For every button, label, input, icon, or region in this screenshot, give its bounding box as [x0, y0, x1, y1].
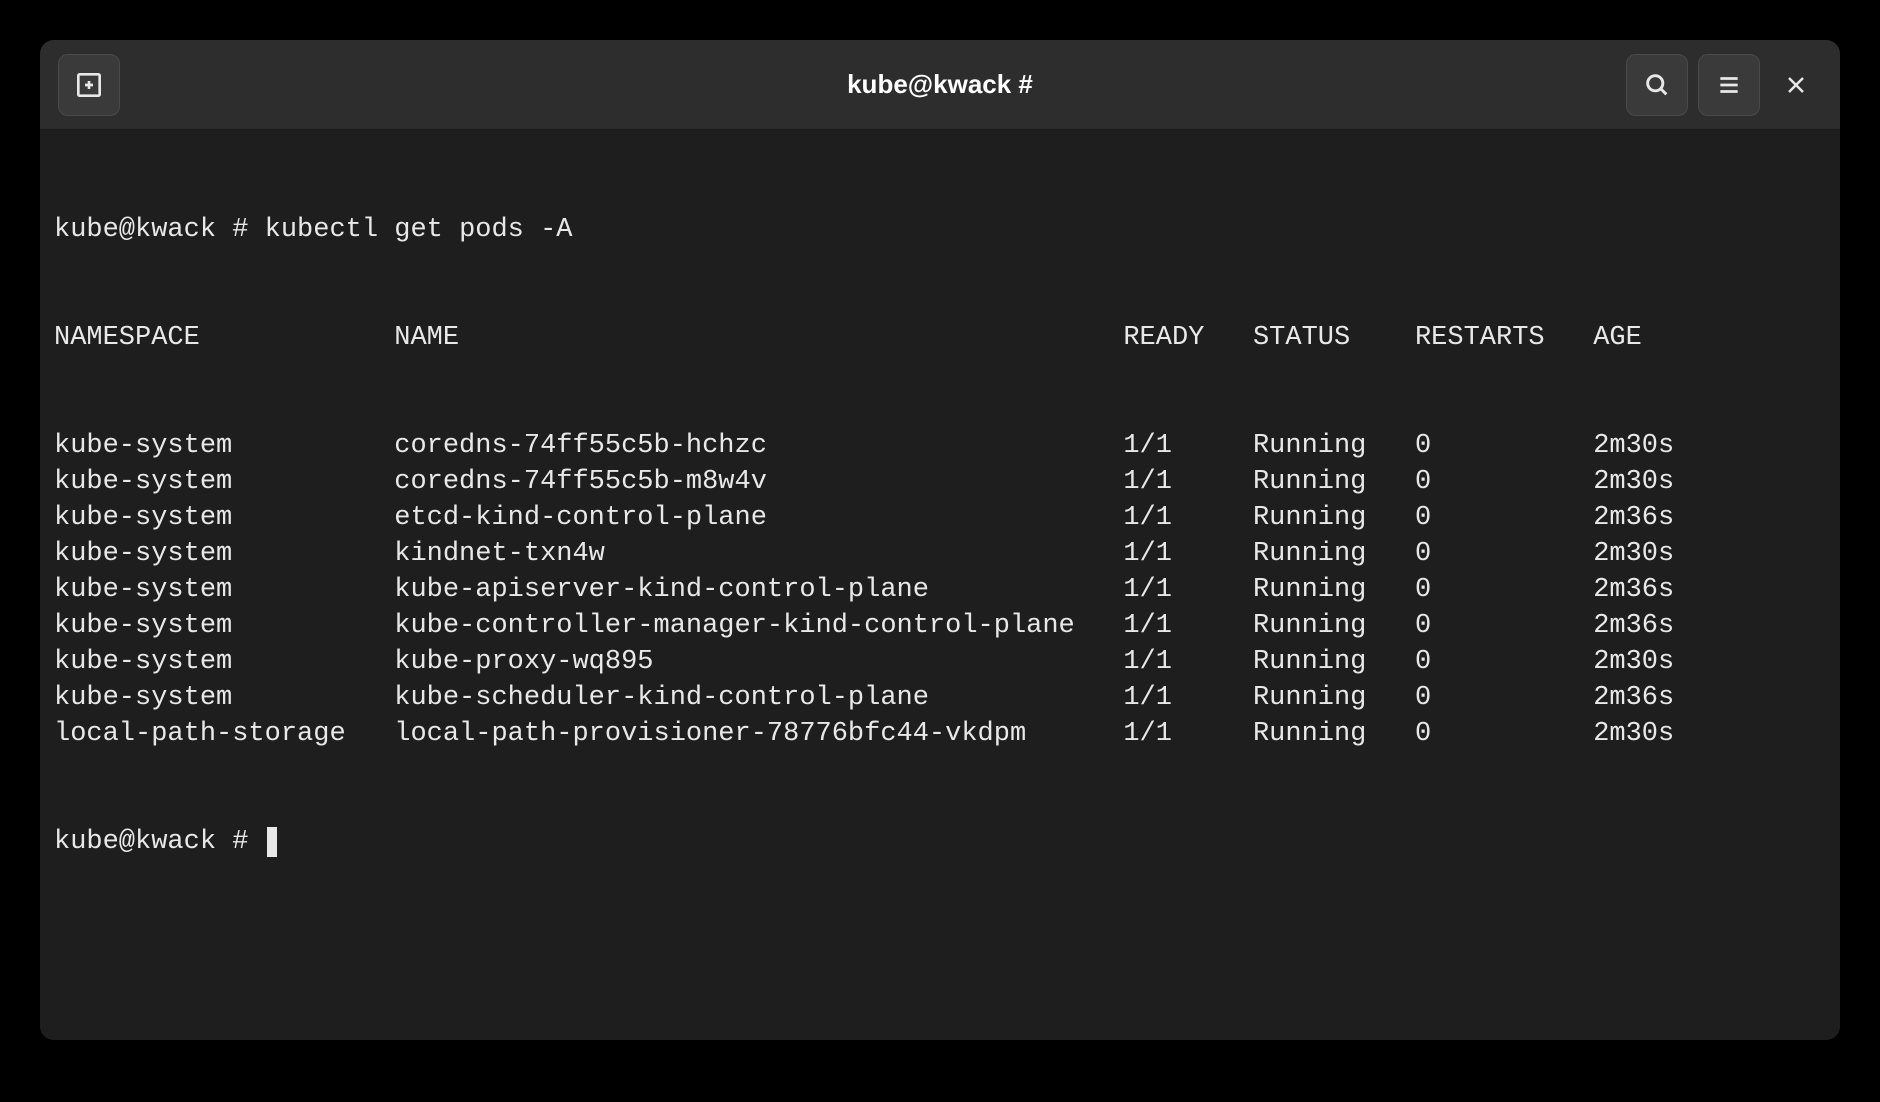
new-tab-icon — [73, 69, 105, 101]
cell-ready: 1/1 — [1123, 716, 1253, 752]
cell-name: coredns-74ff55c5b-m8w4v — [394, 464, 1123, 500]
close-icon — [1784, 73, 1808, 97]
table-row: kube-systemkube-scheduler-kind-control-p… — [54, 680, 1826, 716]
cell-status: Running — [1253, 464, 1415, 500]
cell-age: 2m30s — [1593, 428, 1674, 464]
cell-ready: 1/1 — [1123, 572, 1253, 608]
cell-age: 2m30s — [1593, 464, 1674, 500]
cursor — [267, 827, 278, 857]
cell-name: kube-proxy-wq895 — [394, 644, 1123, 680]
terminal-window: kube@kwack # — [40, 40, 1840, 1040]
header-namespace: NAMESPACE — [54, 320, 394, 356]
cell-namespace: kube-system — [54, 572, 394, 608]
cell-age: 2m36s — [1593, 608, 1674, 644]
cell-status: Running — [1253, 608, 1415, 644]
table-row: local-path-storagelocal-path-provisioner… — [54, 716, 1826, 752]
cell-ready: 1/1 — [1123, 500, 1253, 536]
cell-name: local-path-provisioner-78776bfc44-vkdpm — [394, 716, 1123, 752]
table-row: kube-systemkindnet-txn4w1/1Running02m30s — [54, 536, 1826, 572]
search-button[interactable] — [1626, 54, 1688, 116]
close-button[interactable] — [1770, 59, 1822, 111]
table-header-row: NAMESPACENAMEREADYSTATUSRESTARTSAGE — [54, 320, 1826, 356]
terminal-body[interactable]: kube@kwack # kubectl get pods -A NAMESPA… — [40, 130, 1840, 1040]
cell-restarts: 0 — [1415, 716, 1593, 752]
cell-name: etcd-kind-control-plane — [394, 500, 1123, 536]
cell-ready: 1/1 — [1123, 680, 1253, 716]
header-status: STATUS — [1253, 320, 1415, 356]
cell-status: Running — [1253, 644, 1415, 680]
cell-namespace: kube-system — [54, 428, 394, 464]
cell-age: 2m30s — [1593, 644, 1674, 680]
table-row: kube-systemkube-proxy-wq8951/1Running02m… — [54, 644, 1826, 680]
cell-status: Running — [1253, 572, 1415, 608]
cell-status: Running — [1253, 500, 1415, 536]
cell-namespace: kube-system — [54, 644, 394, 680]
cell-restarts: 0 — [1415, 644, 1593, 680]
search-icon — [1643, 71, 1671, 99]
cell-restarts: 0 — [1415, 428, 1593, 464]
table-row: kube-systemetcd-kind-control-plane1/1Run… — [54, 500, 1826, 536]
cell-restarts: 0 — [1415, 464, 1593, 500]
cell-ready: 1/1 — [1123, 644, 1253, 680]
cell-name: coredns-74ff55c5b-hchzc — [394, 428, 1123, 464]
table-row: kube-systemkube-controller-manager-kind-… — [54, 608, 1826, 644]
cell-name: kube-controller-manager-kind-control-pla… — [394, 608, 1123, 644]
cell-namespace: kube-system — [54, 680, 394, 716]
cell-restarts: 0 — [1415, 680, 1593, 716]
cell-ready: 1/1 — [1123, 608, 1253, 644]
prompt-line: kube@kwack # — [54, 824, 1826, 860]
cell-name: kube-scheduler-kind-control-plane — [394, 680, 1123, 716]
table-row: kube-systemcoredns-74ff55c5b-m8w4v1/1Run… — [54, 464, 1826, 500]
command-line: kube@kwack # kubectl get pods -A — [54, 212, 1826, 248]
cell-restarts: 0 — [1415, 608, 1593, 644]
command-text: kubectl get pods -A — [265, 215, 573, 245]
prompt: kube@kwack # — [54, 215, 265, 245]
cell-age: 2m30s — [1593, 536, 1674, 572]
cell-namespace: kube-system — [54, 536, 394, 572]
cell-ready: 1/1 — [1123, 428, 1253, 464]
cell-age: 2m30s — [1593, 716, 1674, 752]
prompt: kube@kwack # — [54, 827, 265, 857]
hamburger-icon — [1716, 72, 1742, 98]
header-name: NAME — [394, 320, 1123, 356]
cell-restarts: 0 — [1415, 500, 1593, 536]
cell-status: Running — [1253, 428, 1415, 464]
cell-restarts: 0 — [1415, 572, 1593, 608]
header-restarts: RESTARTS — [1415, 320, 1593, 356]
cell-ready: 1/1 — [1123, 536, 1253, 572]
cell-namespace: kube-system — [54, 464, 394, 500]
cell-status: Running — [1253, 536, 1415, 572]
cell-status: Running — [1253, 716, 1415, 752]
new-tab-button[interactable] — [58, 54, 120, 116]
window-title: kube@kwack # — [847, 69, 1033, 100]
header-age: AGE — [1593, 320, 1642, 356]
cell-status: Running — [1253, 680, 1415, 716]
cell-namespace: kube-system — [54, 608, 394, 644]
cell-age: 2m36s — [1593, 572, 1674, 608]
cell-name: kindnet-txn4w — [394, 536, 1123, 572]
cell-namespace: local-path-storage — [54, 716, 394, 752]
header-ready: READY — [1123, 320, 1253, 356]
cell-namespace: kube-system — [54, 500, 394, 536]
cell-restarts: 0 — [1415, 536, 1593, 572]
titlebar-right — [1626, 54, 1822, 116]
menu-button[interactable] — [1698, 54, 1760, 116]
titlebar: kube@kwack # — [40, 40, 1840, 130]
titlebar-left — [58, 54, 120, 116]
cell-ready: 1/1 — [1123, 464, 1253, 500]
cell-name: kube-apiserver-kind-control-plane — [394, 572, 1123, 608]
cell-age: 2m36s — [1593, 500, 1674, 536]
table-row: kube-systemcoredns-74ff55c5b-hchzc1/1Run… — [54, 428, 1826, 464]
table-row: kube-systemkube-apiserver-kind-control-p… — [54, 572, 1826, 608]
cell-age: 2m36s — [1593, 680, 1674, 716]
